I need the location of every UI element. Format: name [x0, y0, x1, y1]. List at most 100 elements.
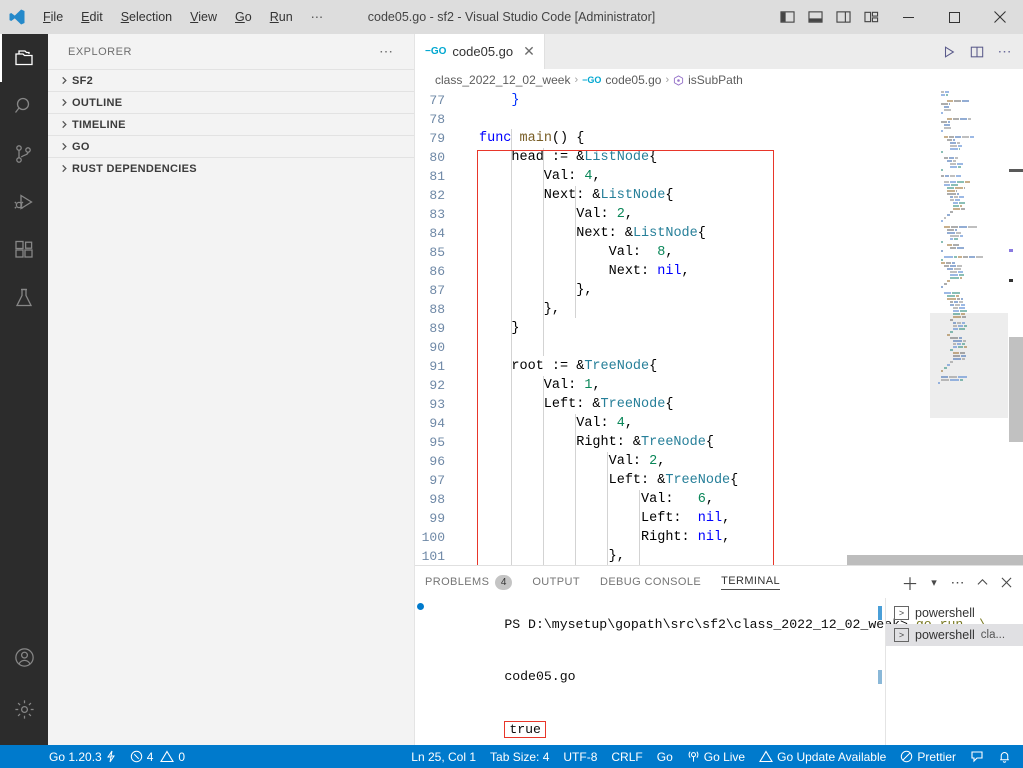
- status-go-live[interactable]: Go Live: [680, 745, 752, 768]
- menu-selection[interactable]: Selection: [112, 0, 181, 34]
- sidebar-section-sf2[interactable]: SF2: [48, 69, 414, 91]
- terminal-scrollbar-thumb[interactable]: [878, 670, 882, 684]
- code-text[interactable]: Right: &TreeNode{: [461, 433, 714, 452]
- menu-file[interactable]: File: [34, 0, 72, 34]
- sidebar-item-explorer[interactable]: [0, 34, 48, 82]
- chevron-right-icon: [56, 76, 72, 85]
- code-text[interactable]: Val: 8,: [461, 243, 674, 262]
- sidebar-section-timeline[interactable]: TIMELINE: [48, 113, 414, 135]
- status-notifications[interactable]: [991, 745, 1023, 768]
- status-indentation[interactable]: Tab Size: 4: [483, 745, 556, 768]
- status-editor-position[interactable]: Ln 25, Col 1: [404, 745, 483, 768]
- line-number: 81: [429, 169, 445, 184]
- sidebar-item-extensions[interactable]: [0, 226, 48, 274]
- sidebar-item-source-control[interactable]: [0, 130, 48, 178]
- explorer-sidebar: EXPLORER ⋯ SF2 OUTLINE TIMELINE GO RUST …: [48, 34, 415, 745]
- code-text[interactable]: Val: 2,: [461, 452, 666, 471]
- panel-actions: ＋ ▾ ⋯: [899, 566, 1017, 598]
- code-text[interactable]: Val: 2,: [461, 205, 633, 224]
- editor-horizontal-scrollbar[interactable]: [847, 555, 1023, 565]
- go-file-icon: −GO: [425, 46, 447, 57]
- code-text[interactable]: Right: nil,: [461, 528, 730, 547]
- status-eol[interactable]: CRLF: [604, 745, 649, 768]
- close-panel-icon[interactable]: [995, 567, 1017, 597]
- title-bar: File Edit Selection View Go Run ⋯ code05…: [0, 0, 1023, 34]
- minimap-slider[interactable]: [930, 313, 1008, 418]
- code-text[interactable]: Next: &ListNode{: [461, 186, 674, 205]
- code-text[interactable]: Val: 6,: [461, 490, 714, 509]
- sidebar-more-actions[interactable]: ⋯: [379, 43, 394, 60]
- sidebar-section-rust-dependencies[interactable]: RUST DEPENDENCIES: [48, 157, 414, 179]
- tab-terminal[interactable]: TERMINAL: [711, 566, 790, 598]
- breadcrumb-symbol[interactable]: isSubPath: [688, 73, 743, 87]
- new-terminal-icon[interactable]: ＋: [899, 567, 921, 597]
- code-text[interactable]: Left: &TreeNode{: [461, 395, 674, 414]
- sidebar-section-outline[interactable]: OUTLINE: [48, 91, 414, 113]
- tab-output[interactable]: OUTPUT: [522, 566, 590, 598]
- sidebar-section-label: TIMELINE: [72, 118, 126, 131]
- panel-right-icon[interactable]: [829, 0, 857, 34]
- chevron-down-icon[interactable]: ▾: [923, 567, 945, 597]
- sidebar-item-search[interactable]: [0, 82, 48, 130]
- terminal-instance[interactable]: > powershell: [886, 602, 1023, 624]
- status-encoding[interactable]: UTF-8: [556, 745, 604, 768]
- sidebar-section-label: GO: [72, 140, 90, 153]
- terminal-instance[interactable]: > powershell cla...: [886, 624, 1023, 646]
- maximize-panel-icon[interactable]: [971, 567, 993, 597]
- indent-guide: [639, 490, 640, 565]
- status-prettier[interactable]: Prettier: [893, 745, 963, 768]
- sidebar-section-go[interactable]: GO: [48, 135, 414, 157]
- breadcrumb-file[interactable]: code05.go: [605, 73, 661, 87]
- sidebar-section-label: SF2: [72, 74, 94, 87]
- code-text[interactable]: Next: &ListNode{: [461, 224, 706, 243]
- layout-grid-icon[interactable]: [857, 0, 885, 34]
- sidebar-item-run-and-debug[interactable]: [0, 178, 48, 226]
- code-text[interactable]: root := &TreeNode{: [461, 357, 657, 376]
- scrollbar-thumb[interactable]: [1009, 337, 1023, 442]
- status-feedback[interactable]: [963, 745, 991, 768]
- code-text[interactable]: Left: nil,: [461, 509, 730, 528]
- menu-more[interactable]: ⋯: [302, 0, 334, 34]
- editor-more-actions-icon[interactable]: ⋯: [991, 34, 1019, 69]
- terminal-scrollbar[interactable]: [878, 602, 883, 712]
- account-icon[interactable]: [0, 633, 48, 681]
- code-text[interactable]: [461, 338, 479, 357]
- close-button[interactable]: [977, 0, 1023, 34]
- menu-bar[interactable]: File Edit Selection View Go Run ⋯: [34, 0, 333, 34]
- code-text[interactable]: Left: &TreeNode{: [461, 471, 739, 490]
- code-text[interactable]: },: [461, 281, 592, 300]
- menu-edit[interactable]: Edit: [72, 0, 112, 34]
- gear-icon[interactable]: [0, 685, 48, 733]
- tab-close-icon[interactable]: ✕: [523, 43, 535, 60]
- code-text[interactable]: Val: 1,: [461, 376, 601, 395]
- menu-go[interactable]: Go: [226, 0, 261, 34]
- sidebar-item-testing[interactable]: [0, 274, 48, 322]
- panel-more-actions-icon[interactable]: ⋯: [947, 567, 969, 597]
- terminal-output[interactable]: PS D:\mysetup\gopath\src\sf2\class_2022_…: [415, 598, 987, 768]
- code-text[interactable]: Val: 4,: [461, 167, 601, 186]
- minimap[interactable]: [930, 91, 1008, 565]
- play-icon[interactable]: [935, 34, 963, 69]
- menu-view[interactable]: View: [181, 0, 226, 34]
- breadcrumb-folder[interactable]: class_2022_12_02_week: [435, 73, 570, 87]
- status-language-mode[interactable]: Go: [650, 745, 680, 768]
- panel-left-icon[interactable]: [773, 0, 801, 34]
- code-text[interactable]: [461, 110, 479, 129]
- split-editor-icon[interactable]: [963, 34, 991, 69]
- editor-vertical-scrollbar[interactable]: [1009, 91, 1023, 565]
- minimize-button[interactable]: [885, 0, 931, 34]
- tab-code05-go[interactable]: −GO code05.go ✕: [415, 34, 545, 69]
- code-text[interactable]: func main() {: [461, 129, 584, 148]
- code-text[interactable]: head := &ListNode{: [461, 148, 657, 167]
- code-text[interactable]: Val: 4,: [461, 414, 633, 433]
- status-go-update[interactable]: Go Update Available: [752, 745, 893, 768]
- status-problems[interactable]: 4 0: [123, 745, 192, 768]
- maximize-button[interactable]: [931, 0, 977, 34]
- panel-bottom-icon[interactable]: [801, 0, 829, 34]
- tab-problems[interactable]: PROBLEMS 4: [415, 566, 522, 598]
- menu-run[interactable]: Run: [261, 0, 302, 34]
- sidebar-section-label: RUST DEPENDENCIES: [72, 162, 197, 175]
- status-go-version[interactable]: Go 1.20.3: [42, 745, 123, 768]
- code-text[interactable]: }: [461, 91, 519, 110]
- tab-debug-console[interactable]: DEBUG CONSOLE: [590, 566, 711, 598]
